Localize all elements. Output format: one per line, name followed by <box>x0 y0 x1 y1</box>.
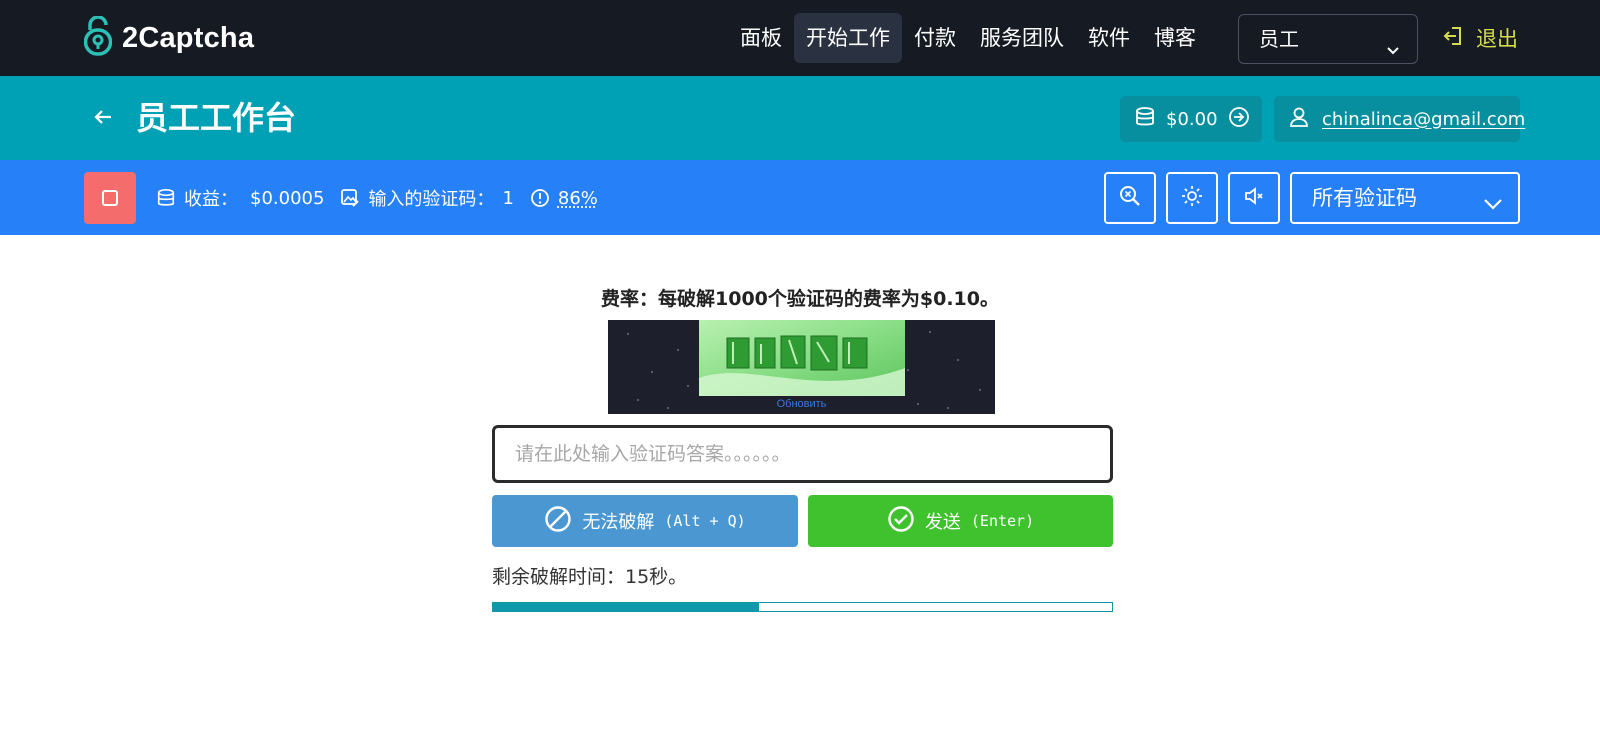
work-stats: 收益： $0.0005 输入的验证码： 1 86% <box>156 182 598 214</box>
ban-icon <box>544 505 572 538</box>
nav-item-payments[interactable]: 付款 <box>902 13 968 63</box>
captcha-answer-input[interactable] <box>492 425 1113 483</box>
padlock-icon <box>83 15 113 60</box>
user-email: chinalinca@gmail.com <box>1322 108 1526 130</box>
work-toolbar: 收益： $0.0005 输入的验证码： 1 86% 所有验证码 <box>0 160 1600 235</box>
send-button[interactable]: 发送 (Enter) <box>808 495 1113 547</box>
chevron-down-icon <box>1383 29 1403 77</box>
nav-item-dashboard[interactable]: 面板 <box>728 13 794 63</box>
brand-name: 2Captcha <box>122 21 255 54</box>
cant-solve-label: 无法破解 <box>582 512 655 533</box>
earnings-value: $0.0005 <box>250 187 325 209</box>
brand-logo[interactable]: 2Captcha <box>83 15 255 60</box>
mute-button[interactable] <box>1228 172 1280 224</box>
entered-captchas-value: 1 <box>502 187 514 209</box>
stop-icon <box>102 190 118 206</box>
captcha-image: Обновить <box>608 320 995 414</box>
arrow-right-circle-icon <box>1228 106 1250 133</box>
logout-button[interactable]: 退出 <box>1442 22 1518 54</box>
chevron-down-icon <box>1480 186 1506 234</box>
earnings-label: 收益： <box>184 189 238 210</box>
time-progress-bar <box>492 602 1113 612</box>
role-select[interactable]: 员工 <box>1238 14 1418 64</box>
back-arrow-icon[interactable] <box>92 106 114 132</box>
volume-mute-icon <box>1242 184 1266 212</box>
rate-text: 费率：每破解1000个验证码的费率为$0.10。 <box>601 288 999 310</box>
captcha-text-area <box>699 320 905 396</box>
captcha-refresh-link[interactable]: Обновить <box>608 398 995 410</box>
accuracy-percent[interactable]: 86% <box>558 188 598 209</box>
send-shortcut: (Enter) <box>970 512 1035 530</box>
page-title: 员工工作台 <box>136 99 297 137</box>
image-edit-icon <box>340 188 360 208</box>
logout-icon <box>1442 24 1466 53</box>
captcha-type-value: 所有验证码 <box>1312 186 1417 210</box>
page-header: 员工工作台 $0.00 chinalinca@gmail.com <box>0 76 1600 160</box>
time-remaining-text: 剩余破解时间：15秒。 <box>492 566 688 588</box>
info-circle-icon <box>530 188 550 208</box>
cant-solve-shortcut: (Alt + Q) <box>664 512 746 530</box>
balance-button[interactable]: $0.00 <box>1120 96 1262 142</box>
sun-icon <box>1180 184 1204 212</box>
check-circle-icon <box>887 505 915 538</box>
nav-item-software[interactable]: 软件 <box>1076 13 1142 63</box>
logout-label: 退出 <box>1476 27 1518 51</box>
stop-button[interactable] <box>84 172 136 224</box>
nav-item-support[interactable]: 服务团队 <box>968 13 1076 63</box>
role-select-value: 员工 <box>1259 27 1299 51</box>
top-navbar: 2Captcha 面板 开始工作 付款 服务团队 软件 博客 员工 退出 <box>0 0 1600 76</box>
user-account-button[interactable]: chinalinca@gmail.com <box>1274 96 1525 142</box>
captcha-type-select[interactable]: 所有验证码 <box>1290 172 1520 224</box>
main-nav: 面板 开始工作 付款 服务团队 软件 博客 <box>728 13 1208 63</box>
time-progress-fill <box>493 603 760 611</box>
balance-value: $0.00 <box>1166 108 1218 130</box>
send-label: 发送 <box>924 512 961 533</box>
entered-captchas-label: 输入的验证码： <box>368 189 495 210</box>
nav-item-start-work[interactable]: 开始工作 <box>794 13 902 63</box>
cant-solve-button[interactable]: 无法破解 (Alt + Q) <box>492 495 798 547</box>
zoom-icon <box>1118 184 1142 212</box>
nav-item-blog[interactable]: 博客 <box>1142 13 1208 63</box>
coins-icon <box>156 188 176 208</box>
theme-button[interactable] <box>1166 172 1218 224</box>
zoom-button[interactable] <box>1104 172 1156 224</box>
user-icon <box>1288 106 1310 133</box>
coins-icon <box>1134 106 1156 133</box>
